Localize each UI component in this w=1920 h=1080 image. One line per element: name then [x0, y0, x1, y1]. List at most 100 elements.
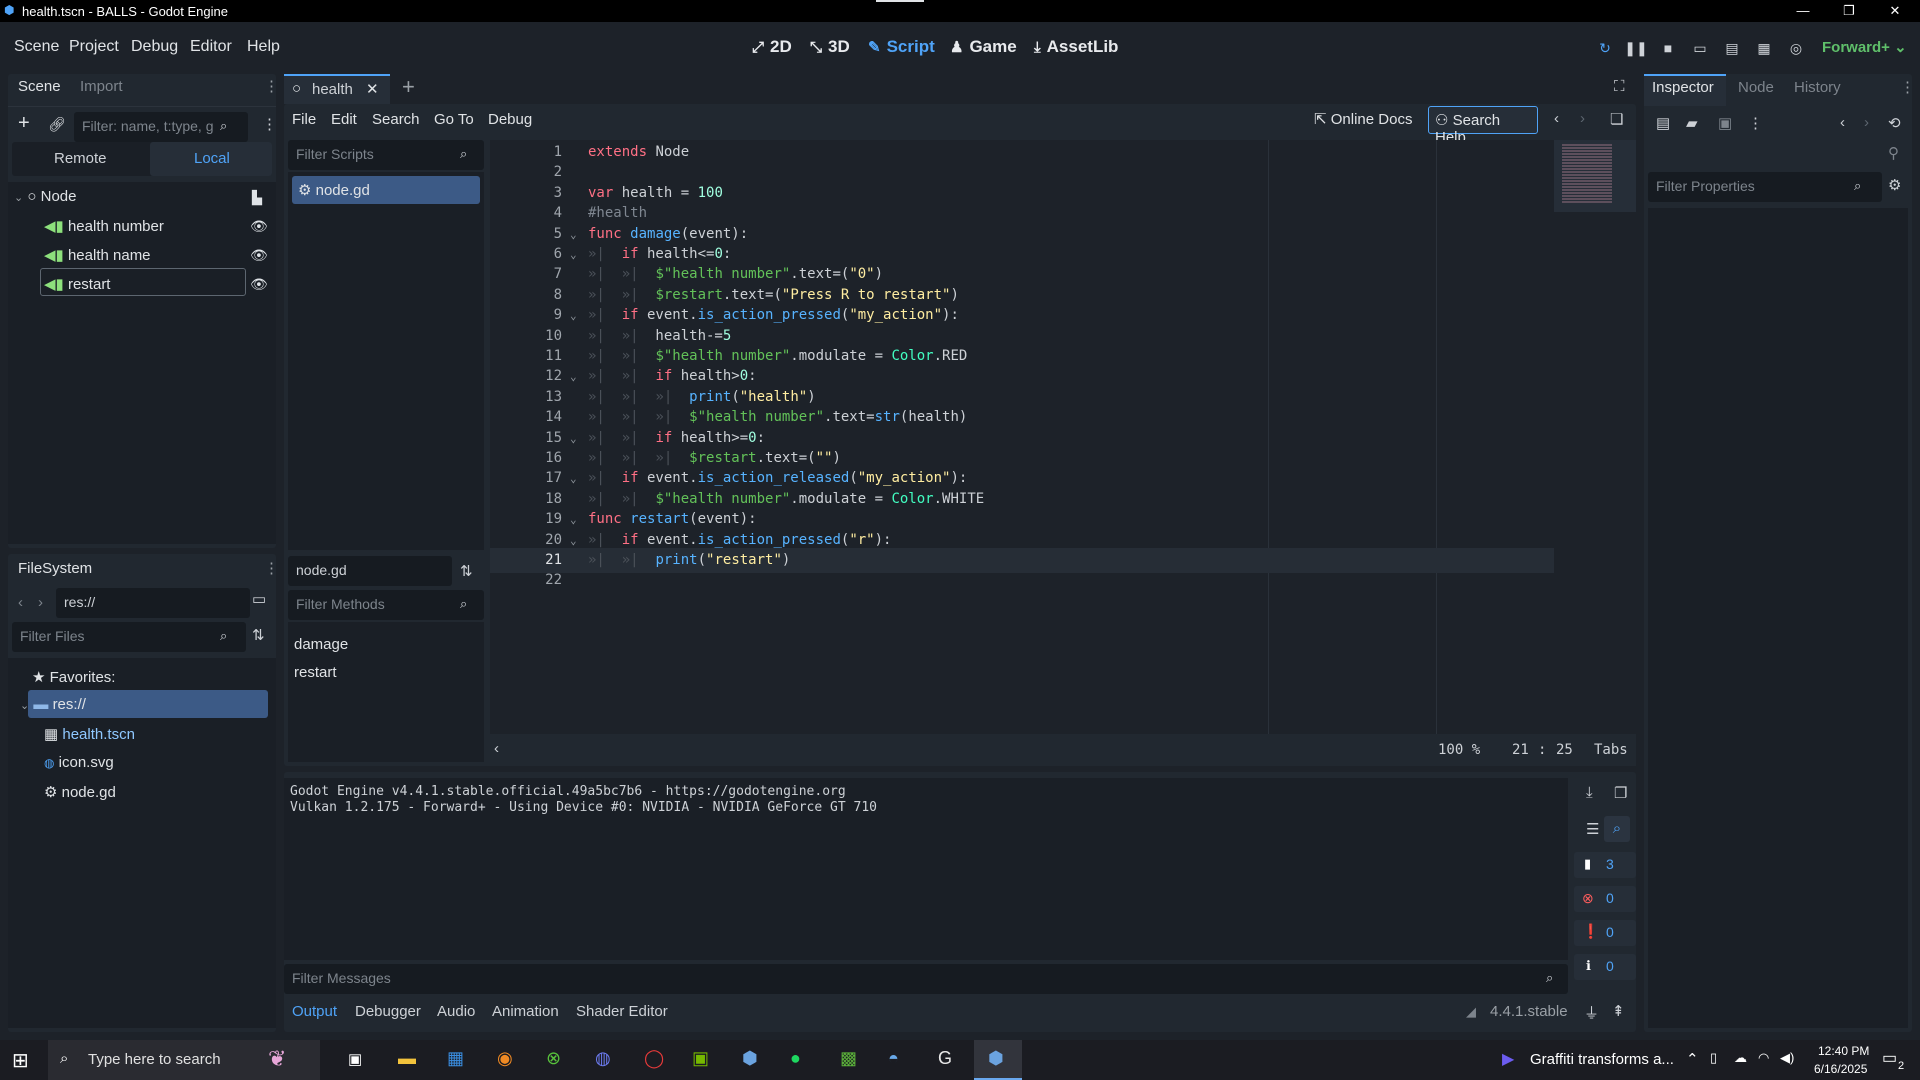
play-custom-icon[interactable]: ▦ [1752, 36, 1776, 60]
file-item[interactable]: ⚙ node.gd [44, 783, 116, 801]
store-icon[interactable]: ▦ [447, 1048, 464, 1069]
close-tab-icon[interactable]: ✕ [366, 80, 379, 98]
news-ticker[interactable]: Graffiti transforms a... [1530, 1051, 1674, 1068]
renderer-select[interactable]: Forward+ ⌄ [1822, 38, 1907, 56]
visibility-icon[interactable]: 👁︎ [250, 276, 268, 293]
file-explorer-icon[interactable]: ▬ [398, 1048, 416, 1069]
code-editor[interactable]: 1 extends Node 2 3 var health = 100 4 #health 5… [490, 140, 1636, 734]
godot-launcher-icon[interactable]: ⬢ [742, 1048, 758, 1069]
workspace-script[interactable]: ✎ Script [868, 37, 935, 57]
local-button[interactable]: Local [194, 150, 230, 167]
collapse-icon[interactable]: ☰ [1586, 820, 1599, 838]
link-icon[interactable]: 🔗︎ [48, 116, 66, 133]
clear-output-icon[interactable]: ⤓ [1586, 784, 1593, 801]
method-item[interactable]: damage [294, 636, 348, 653]
add-node-icon[interactable]: + [18, 112, 30, 135]
tray-chevron-icon[interactable]: ⌃ [1686, 1050, 1699, 1068]
script-menu-edit[interactable]: Edit [331, 111, 357, 128]
file-item[interactable]: ◍ icon.svg [44, 754, 114, 771]
tree-node-health-name[interactable]: ◀▮ health name [44, 246, 151, 264]
local-button-bg[interactable]: Local [150, 142, 272, 176]
inspector-options-icon[interactable]: ⚙ [1888, 176, 1901, 194]
res-root-item[interactable]: ⌄ ▬ res:// [20, 696, 86, 713]
scene-options-icon[interactable]: ⋮ [262, 115, 277, 133]
new-resource-icon[interactable]: ▤ [1656, 114, 1670, 132]
filter-search-icon[interactable]: ⌕ [1604, 816, 1630, 842]
tab-node[interactable]: Node [1738, 79, 1774, 96]
restore-button[interactable]: ❐ [1826, 0, 1872, 22]
more-icon[interactable]: ⋮ [1748, 114, 1763, 132]
object-history-icon[interactable]: ⟲ [1888, 114, 1901, 132]
dock-menu-icon[interactable]: ⋮ [264, 559, 279, 577]
taskbar-search[interactable]: ⌕ Type here to search ❦ [48, 1040, 320, 1080]
script-item[interactable]: ⚙ node.gd [298, 181, 370, 199]
filter-messages-input[interactable]: Filter Messages [284, 964, 1568, 994]
online-docs-button[interactable]: ⇱ Online Docs [1314, 110, 1412, 128]
float-window-icon[interactable]: ❏ [1610, 110, 1623, 128]
open-folder-icon[interactable]: ▰ [1686, 114, 1698, 132]
tray-device-icon[interactable]: ▯ [1710, 1050, 1717, 1066]
back-icon[interactable]: ‹ [18, 594, 23, 611]
pause-icon[interactable]: ❚❚ [1624, 36, 1648, 60]
pin-panel-icon[interactable]: ⏚ [1584, 1002, 1599, 1023]
path-field[interactable]: res:// [56, 588, 250, 618]
close-window-button[interactable]: ✕ [1872, 0, 1918, 22]
method-item[interactable]: restart [294, 664, 337, 681]
filter-scripts-input[interactable]: Filter Scripts [288, 140, 484, 170]
add-tab-button[interactable]: + [402, 74, 415, 100]
prev-script-icon[interactable]: ‹ [1554, 110, 1559, 127]
stop-icon[interactable]: ■ [1656, 36, 1680, 60]
play-scene-icon[interactable]: ▤ [1720, 36, 1744, 60]
minimize-button[interactable]: — [1780, 0, 1826, 22]
g-hub-icon[interactable]: G [938, 1048, 952, 1069]
version-label[interactable]: 4.4.1.stable [1490, 1003, 1568, 1020]
network-icon[interactable]: ◠ [1758, 1050, 1769, 1066]
indent-mode[interactable]: Tabs [1594, 742, 1628, 758]
visibility-icon[interactable]: 👁︎ [250, 218, 268, 235]
filter-files-input[interactable]: Filter Files [12, 622, 246, 652]
toggle-scripts-panel-icon[interactable]: ‹ [494, 740, 499, 757]
file-item[interactable]: ▦ health.tscn [44, 725, 135, 743]
forward-icon[interactable]: › [38, 594, 43, 611]
sort-icon[interactable]: ⇅ [252, 626, 265, 644]
reload-icon[interactable]: ↻ [1593, 36, 1617, 60]
spotify-icon[interactable]: ● [790, 1048, 801, 1069]
movie-maker-icon[interactable]: ◎ [1784, 36, 1808, 60]
clock-time[interactable]: 12:40 PM [1818, 1044, 1869, 1058]
history-forward-icon[interactable]: › [1864, 114, 1869, 131]
menu-help[interactable]: Help [247, 38, 280, 56]
remote-button[interactable]: Remote [54, 150, 107, 167]
task-view-icon[interactable]: ▣ [348, 1050, 362, 1068]
distraction-free-icon[interactable]: ⛶ [1614, 78, 1625, 95]
tree-node-restart[interactable]: ◀▮ restart [44, 275, 110, 293]
bottom-tab-output[interactable]: Output [292, 1003, 337, 1020]
script-menu-debug[interactable]: Debug [488, 111, 532, 128]
warning-filter-toggle[interactable]: ❗ 0 [1574, 920, 1636, 946]
volume-icon[interactable]: ◀) [1780, 1050, 1794, 1066]
workspace-3d[interactable]: ⤡ 3D [810, 37, 850, 57]
menu-editor[interactable]: Editor [190, 38, 232, 56]
copy-output-icon[interactable]: ❐ [1614, 784, 1627, 802]
tab-health[interactable]: ○ health ✕ [284, 74, 390, 104]
windows-start-icon[interactable]: ⊞ [12, 1048, 29, 1073]
sort-icon[interactable]: ⇅ [460, 562, 473, 580]
notification-icon[interactable]: ▭ [1882, 1048, 1897, 1068]
filesystem-title[interactable]: FileSystem [18, 560, 92, 577]
error-filter-toggle[interactable]: ⊗ 0 [1574, 886, 1636, 912]
next-script-icon[interactable]: › [1580, 110, 1585, 127]
favorites-item[interactable]: ★ Favorites: [32, 668, 115, 686]
bottom-tab-animation[interactable]: Animation [492, 1003, 559, 1020]
bottom-tab-audio[interactable]: Audio [437, 1003, 475, 1020]
script-menu-file[interactable]: File [292, 111, 316, 128]
bottom-tab-debugger[interactable]: Debugger [355, 1003, 421, 1020]
expand-panel-icon[interactable]: ⇞ [1612, 1002, 1625, 1020]
opera-icon[interactable]: ◯ [644, 1048, 664, 1069]
object-properties-icon[interactable]: ⚲ [1888, 144, 1899, 162]
xbox-icon[interactable]: ⊗ [546, 1048, 561, 1069]
menu-debug[interactable]: Debug [131, 38, 178, 56]
menu-scene[interactable]: Scene [14, 38, 59, 56]
history-back-icon[interactable]: ‹ [1840, 114, 1845, 131]
workspace-2d[interactable]: ⤢ 2D [752, 37, 792, 57]
blender-icon[interactable]: ◉ [497, 1048, 513, 1069]
filter-properties-input[interactable]: Filter Properties [1648, 172, 1882, 202]
